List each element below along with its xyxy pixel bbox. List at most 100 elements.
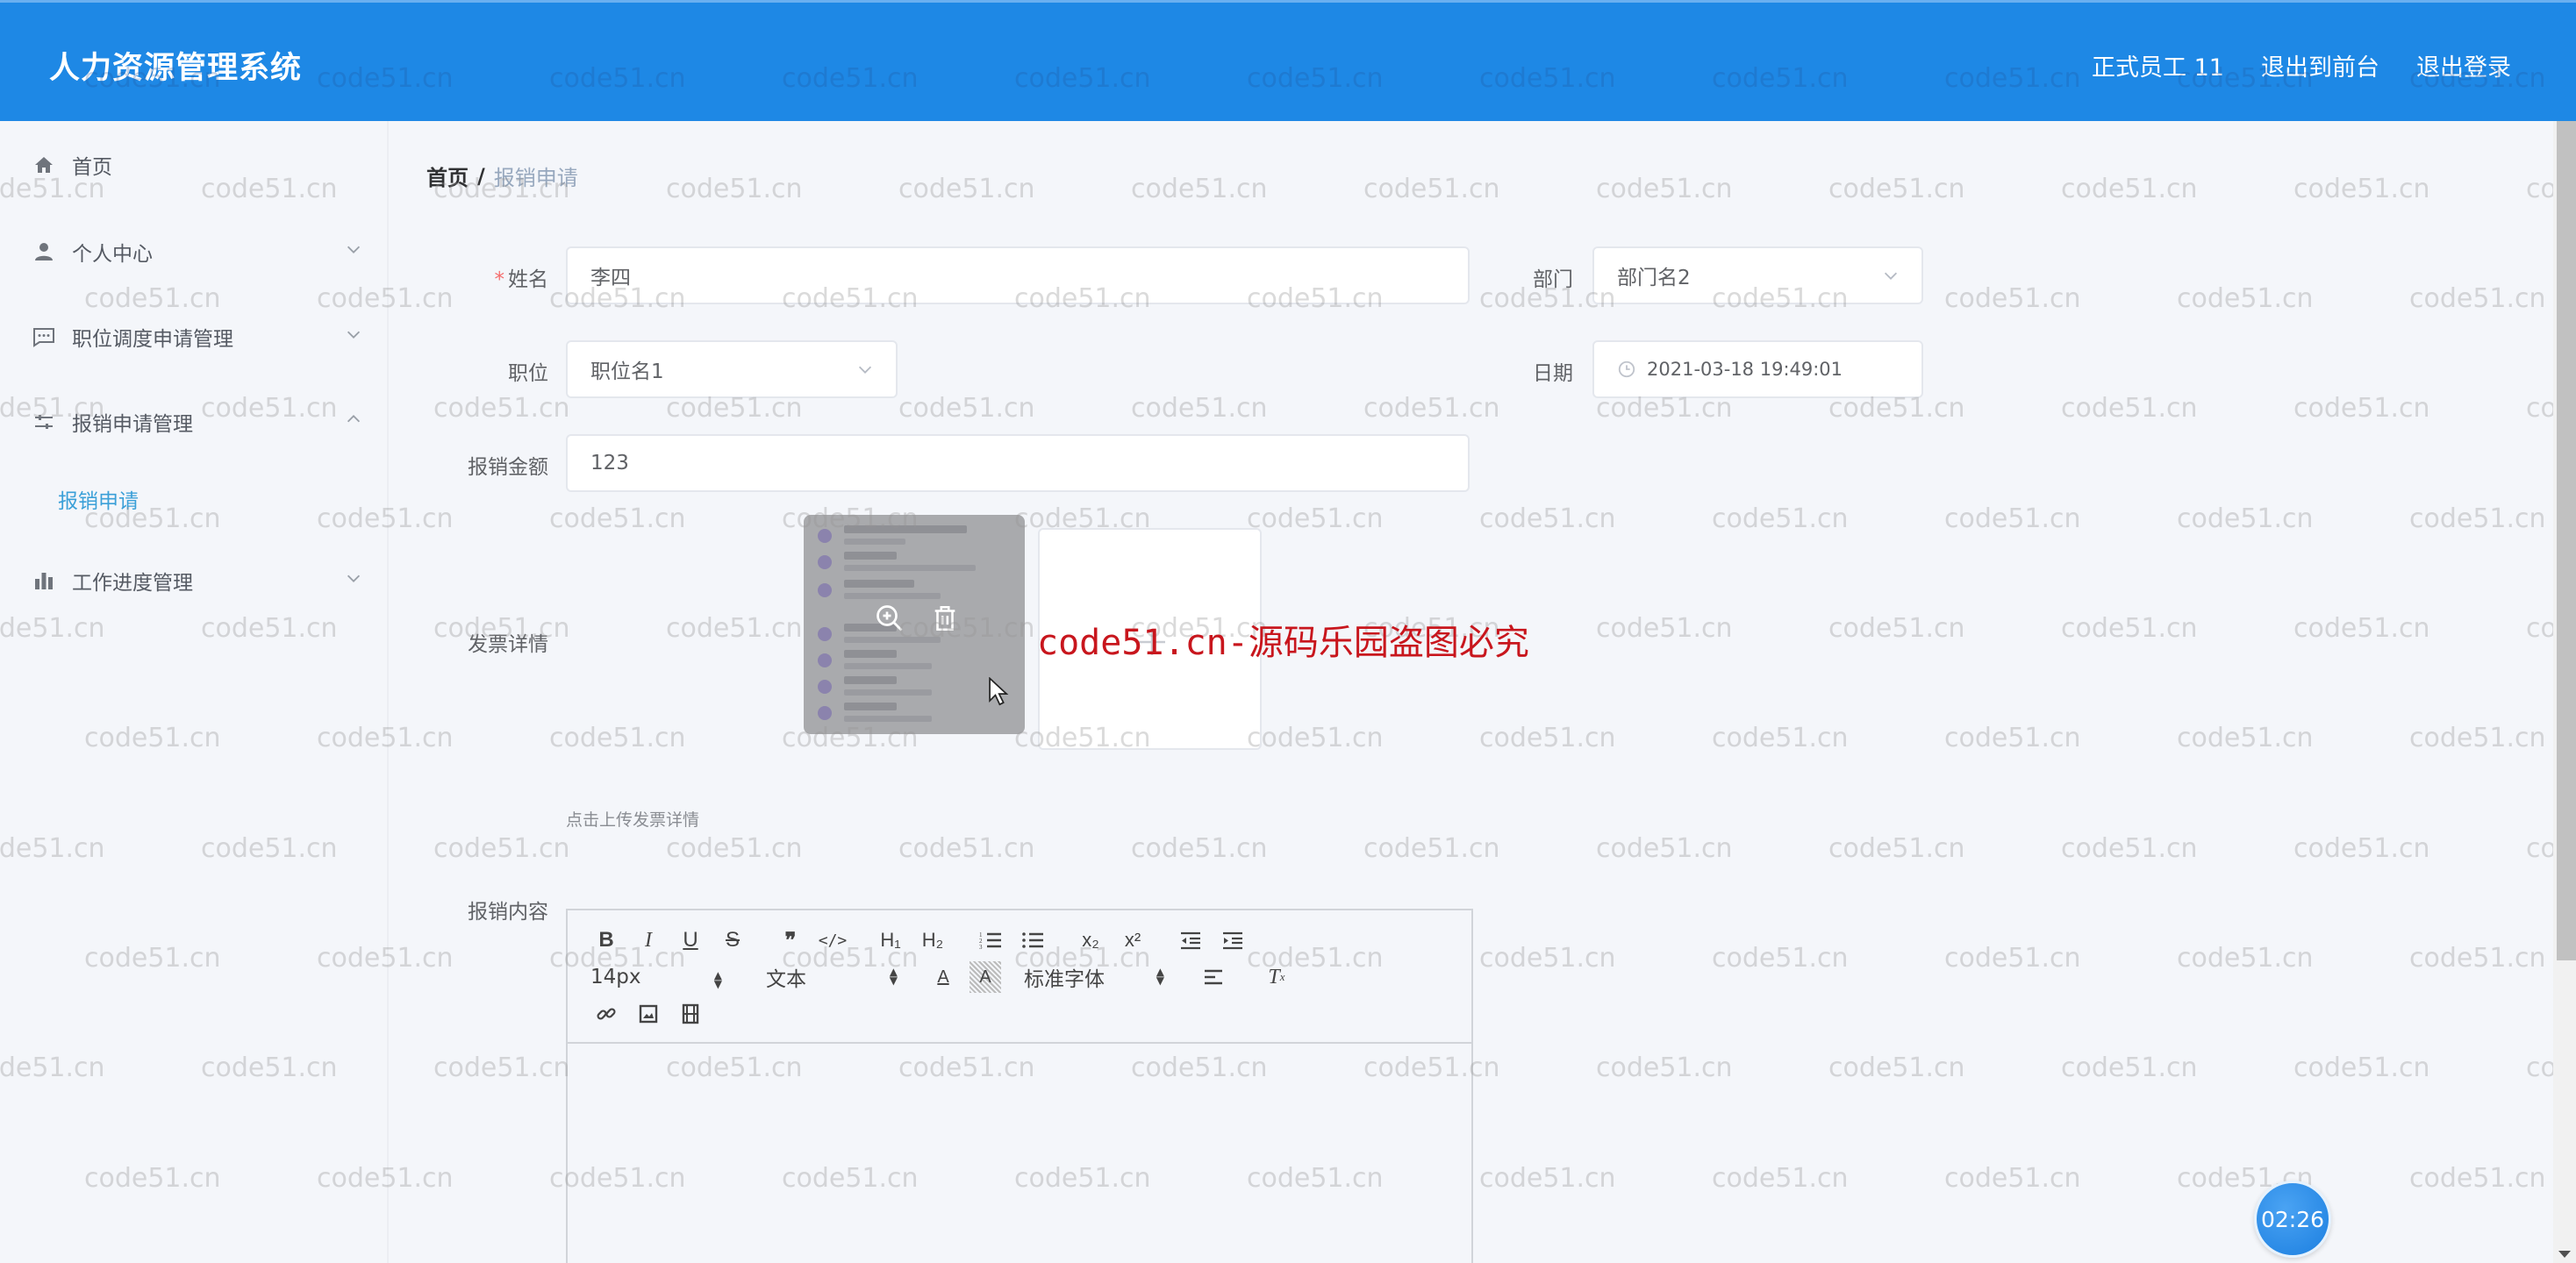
back-to-frontend-link[interactable]: 退出到前台 [2261, 48, 2379, 82]
background-color-button[interactable]: A [970, 961, 1001, 993]
watermark-text: code51.cn [1828, 833, 1965, 864]
watermark-text: code51.cn [1712, 503, 1849, 534]
bar-chart-icon [32, 568, 56, 593]
chevron-down-icon [344, 325, 365, 346]
watermark-text: code51.cn [898, 393, 1035, 424]
watermark-text: code51.cn [2293, 174, 2430, 204]
watermark-text: code51.cn [666, 613, 803, 644]
mouse-cursor-icon [988, 676, 1009, 707]
block-type-select[interactable]: 文本 ▲ ▼ [766, 962, 898, 992]
underline-button[interactable]: U [675, 924, 706, 956]
app-title: 人力资源管理系统 [49, 51, 303, 86]
position-label: 职位 [508, 362, 548, 385]
heading2-button[interactable]: H₂ [917, 924, 948, 956]
amount-input[interactable]: 123 [566, 434, 1470, 492]
chevron-down-icon [855, 360, 875, 379]
watermark-text: code51.cn [2293, 833, 2430, 864]
watermark-text: code51.cn [433, 1052, 570, 1083]
align-icon[interactable] [1198, 961, 1229, 993]
watermark-text: code51.cn [2293, 393, 2430, 424]
watermark-text: code51.cn [1131, 174, 1268, 204]
date-picker[interactable]: 2021-03-18 19:49:01 [1592, 340, 1923, 398]
zoom-in-icon[interactable] [874, 603, 905, 638]
watermark-text: code51.cn [1828, 613, 1965, 644]
font-color-button[interactable]: A [927, 961, 959, 993]
name-input[interactable]: 李四 [566, 246, 1470, 304]
watermark-text: code51.cn [2061, 1052, 2198, 1083]
strike-button[interactable]: S [717, 924, 748, 956]
breadcrumb-home[interactable]: 首页 [426, 161, 469, 191]
watermark-text: code51.cn [1944, 723, 2081, 753]
sidebar-item-home[interactable]: 首页 [32, 140, 365, 189]
sidebar-item-personal-center[interactable]: 个人中心 [32, 227, 365, 276]
sidebar-item-reimbursement-management[interactable]: 报销申请管理 [32, 397, 365, 446]
editor-content-area[interactable] [568, 1044, 1471, 1263]
delete-icon[interactable] [930, 603, 960, 638]
watermark-text: code51.cn [1131, 833, 1268, 864]
breadcrumb-separator: / [477, 163, 485, 189]
subscript-button[interactable]: x₂ [1075, 924, 1106, 956]
font-size-select[interactable]: 14px ▲ ▼ [590, 966, 722, 990]
watermark-text: code51.cn [1479, 723, 1616, 753]
watermark-text: code51.cn [1131, 393, 1268, 424]
red-watermark-text: code51.cn-源码乐园盗图必究 [1037, 623, 1529, 663]
scroll-down-arrow-icon[interactable] [2558, 1251, 2571, 1258]
watermark-text: code51.cn [1479, 503, 1616, 534]
chevron-up-icon [344, 410, 365, 431]
svg-text:3: 3 [979, 944, 983, 950]
breadcrumb: 首页 / 报销申请 [426, 161, 578, 191]
watermark-text: code51.cn [2061, 613, 2198, 644]
invoice-thumbnail[interactable] [804, 515, 1025, 734]
watermark-text: code51.cn [1596, 613, 1733, 644]
watermark-text: code51.cn [1247, 503, 1384, 534]
watermark-text: code51.cn [1363, 833, 1500, 864]
watermark-text: code51.cn [433, 833, 570, 864]
watermark-text: code51.cn [1944, 1163, 2081, 1194]
watermark-text: code51.cn [2293, 613, 2430, 644]
department-select[interactable]: 部门名2 [1592, 246, 1923, 304]
watermark-text: code51.cn [2177, 723, 2314, 753]
font-family-select[interactable]: 标准字体 ▲ ▼ [1024, 962, 1164, 992]
watermark-text: code51.cn [2409, 283, 2546, 314]
scrollbar-thumb[interactable] [2557, 121, 2576, 960]
watermark-text: code51.cn [898, 174, 1035, 204]
sidebar-item-position-transfer[interactable]: 职位调度申请管理 [32, 312, 365, 361]
sidebar-item-label: 个人中心 [72, 243, 153, 266]
watermark-text: code51.cn [1712, 1163, 1849, 1194]
bold-button[interactable]: B [590, 924, 622, 956]
sidebar: 首页 个人中心 职位调度申请管理 报销申请管理 报销申请 工作进度管理 [0, 121, 389, 1263]
superscript-button[interactable]: x² [1117, 924, 1148, 956]
ordered-list-icon[interactable]: 123 [975, 924, 1006, 956]
breadcrumb-current: 报销申请 [493, 166, 578, 190]
date-label: 日期 [1533, 362, 1573, 385]
required-asterisk: * [494, 268, 505, 291]
sidebar-item-label: 职位调度申请管理 [72, 328, 233, 351]
italic-button[interactable]: I [633, 924, 664, 956]
blockquote-button[interactable]: ❞ [775, 924, 806, 956]
logout-link[interactable]: 退出登录 [2416, 48, 2511, 82]
image-icon[interactable] [633, 998, 664, 1030]
watermark-text: code51.cn [1712, 723, 1849, 753]
chevron-down-icon [344, 239, 365, 260]
link-icon[interactable] [590, 998, 622, 1030]
watermark-text: code51.cn [2061, 833, 2198, 864]
clear-format-button[interactable]: Tx [1261, 961, 1292, 993]
watermark-text: code51.cn [1363, 393, 1500, 424]
watermark-text: code51.cn [433, 393, 570, 424]
bullet-list-icon[interactable] [1017, 924, 1048, 956]
outdent-icon[interactable] [1175, 924, 1206, 956]
watermark-text: code51.cn [1596, 174, 1733, 204]
sidebar-subitem-reimbursement-apply[interactable]: 报销申请 [58, 484, 139, 514]
page-scrollbar[interactable] [2553, 121, 2576, 1263]
select-arrows-icon: ▲ ▼ [713, 969, 722, 990]
invoice-label: 发票详情 [468, 633, 548, 656]
position-select[interactable]: 职位名1 [566, 340, 898, 398]
watermark-text: code51.cn [1828, 174, 1965, 204]
code-block-button[interactable]: </> [817, 924, 848, 956]
heading1-button[interactable]: H₁ [875, 924, 906, 956]
video-icon[interactable] [675, 998, 706, 1030]
watermark-text: code51.cn [2061, 174, 2198, 204]
indent-icon[interactable] [1217, 924, 1249, 956]
sidebar-item-work-progress[interactable]: 工作进度管理 [32, 556, 365, 605]
watermark-text: code51.cn [1944, 503, 2081, 534]
